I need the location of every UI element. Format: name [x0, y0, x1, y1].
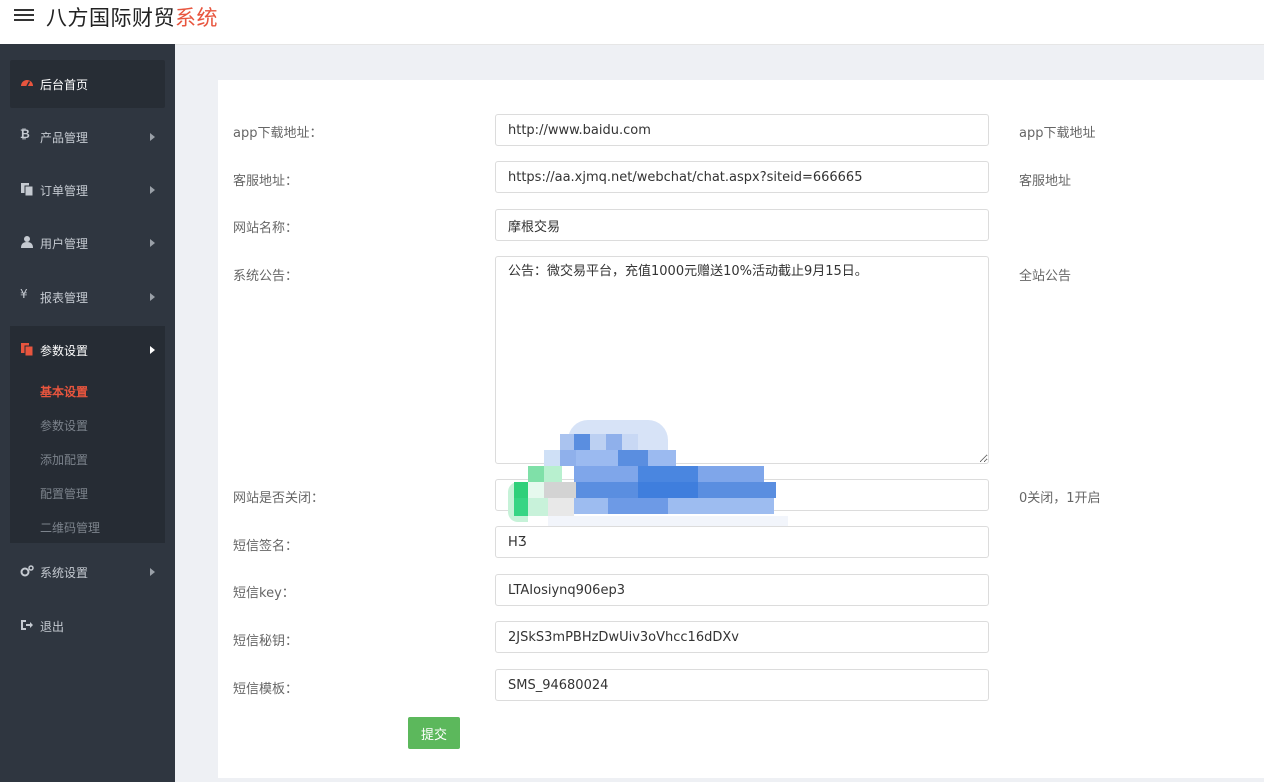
sidebar-item-label: 订单管理 — [40, 184, 89, 198]
brand-accent: 系统 — [175, 6, 218, 30]
sidebar-item-reports[interactable]: ¥ 报表管理 — [10, 273, 165, 321]
service-url-hint: 客服地址 — [1019, 174, 1072, 189]
sidebar-item-label: 报表管理 — [40, 291, 89, 305]
caret-right-icon — [150, 239, 155, 247]
sms-key-input[interactable] — [495, 574, 989, 606]
sms-signature-input[interactable] — [495, 526, 989, 558]
sidebar-item-orders[interactable]: 订单管理 — [10, 166, 165, 214]
sidebar-item-home[interactable]: 后台首页 — [10, 60, 165, 108]
submit-button[interactable]: 提交 — [408, 717, 460, 749]
caret-right-icon — [150, 346, 155, 354]
sms-secret-input[interactable] — [495, 621, 989, 653]
settings-form-panel: app下载地址： app下载地址 客服地址： 客服地址 网站名称： 系统公告： … — [218, 80, 1264, 778]
site-closed-label: 网站是否关闭： — [233, 491, 325, 506]
submenu-item-basic-settings[interactable]: 基本设置 — [40, 383, 88, 400]
sidebar-item-system-settings[interactable]: 系统设置 — [10, 548, 165, 596]
app-download-url-hint: app下载地址 — [1019, 126, 1096, 141]
sidebar-item-label: 参数设置 — [40, 344, 89, 358]
submenu-item-parameter-settings[interactable]: 参数设置 — [40, 417, 88, 434]
copy-icon — [21, 183, 34, 196]
site-closed-hint: 0关闭，1开启 — [1019, 491, 1101, 506]
app-title: 八方国际财贸系统 — [46, 2, 218, 32]
app-download-url-input[interactable] — [495, 114, 989, 146]
sidebar-item-label: 系统设置 — [40, 566, 89, 580]
copy-icon — [21, 343, 34, 356]
announcement-textarea[interactable]: 公告：微交易平台，充值1000元赠送10%活动截止9月15日。 — [495, 256, 989, 464]
service-url-input[interactable] — [495, 161, 989, 193]
sidebar-item-users[interactable]: 用户管理 — [10, 219, 165, 267]
site-closed-input[interactable] — [495, 479, 989, 511]
menu-toggle-icon[interactable] — [14, 6, 34, 26]
service-url-label: 客服地址： — [233, 174, 299, 189]
sidebar-item-label: 用户管理 — [40, 237, 89, 251]
caret-right-icon — [150, 568, 155, 576]
sms-signature-label: 短信签名： — [233, 539, 299, 554]
caret-right-icon — [150, 186, 155, 194]
sms-key-label: 短信key： — [233, 586, 295, 601]
site-name-label: 网站名称： — [233, 221, 299, 236]
caret-right-icon — [150, 293, 155, 301]
site-name-input[interactable] — [495, 209, 989, 241]
sidebar-item-products[interactable]: ₿ 产品管理 — [10, 113, 165, 161]
gears-icon — [20, 565, 34, 577]
sidebar: 后台首页 ₿ 产品管理 订单管理 用户管理 ¥ 报表管理 基本设置 参数设置 添… — [0, 44, 175, 782]
submenu-item-config-management[interactable]: 配置管理 — [40, 485, 88, 502]
bitcoin-icon: ₿ — [20, 127, 30, 141]
sidebar-item-label: 后台首页 — [40, 78, 89, 92]
caret-right-icon — [150, 133, 155, 141]
submenu-item-qrcode-management[interactable]: 二维码管理 — [40, 519, 100, 536]
sms-template-label: 短信模板： — [233, 682, 299, 697]
submenu-parameters: 基本设置 参数设置 添加配置 配置管理 二维码管理 — [10, 372, 165, 543]
top-bar: 八方国际财贸系统 — [0, 0, 1264, 45]
yen-icon: ¥ — [20, 287, 28, 301]
sms-secret-label: 短信秘钥： — [233, 634, 299, 649]
sms-template-input[interactable] — [495, 669, 989, 701]
announcement-hint: 全站公告 — [1019, 269, 1072, 284]
sidebar-item-label: 产品管理 — [40, 131, 89, 145]
sidebar-item-logout[interactable]: 退出 — [10, 602, 165, 650]
user-icon — [21, 236, 33, 248]
brand-main: 八方国际财贸 — [46, 6, 175, 30]
sidebar-item-parameters[interactable]: 参数设置 — [10, 326, 165, 374]
app-download-url-label: app下载地址： — [233, 126, 323, 141]
announcement-label: 系统公告： — [233, 269, 299, 284]
sign-out-icon — [21, 620, 33, 630]
submenu-item-add-config[interactable]: 添加配置 — [40, 451, 88, 468]
sidebar-item-label: 退出 — [40, 620, 65, 634]
dashboard-icon — [21, 80, 33, 87]
